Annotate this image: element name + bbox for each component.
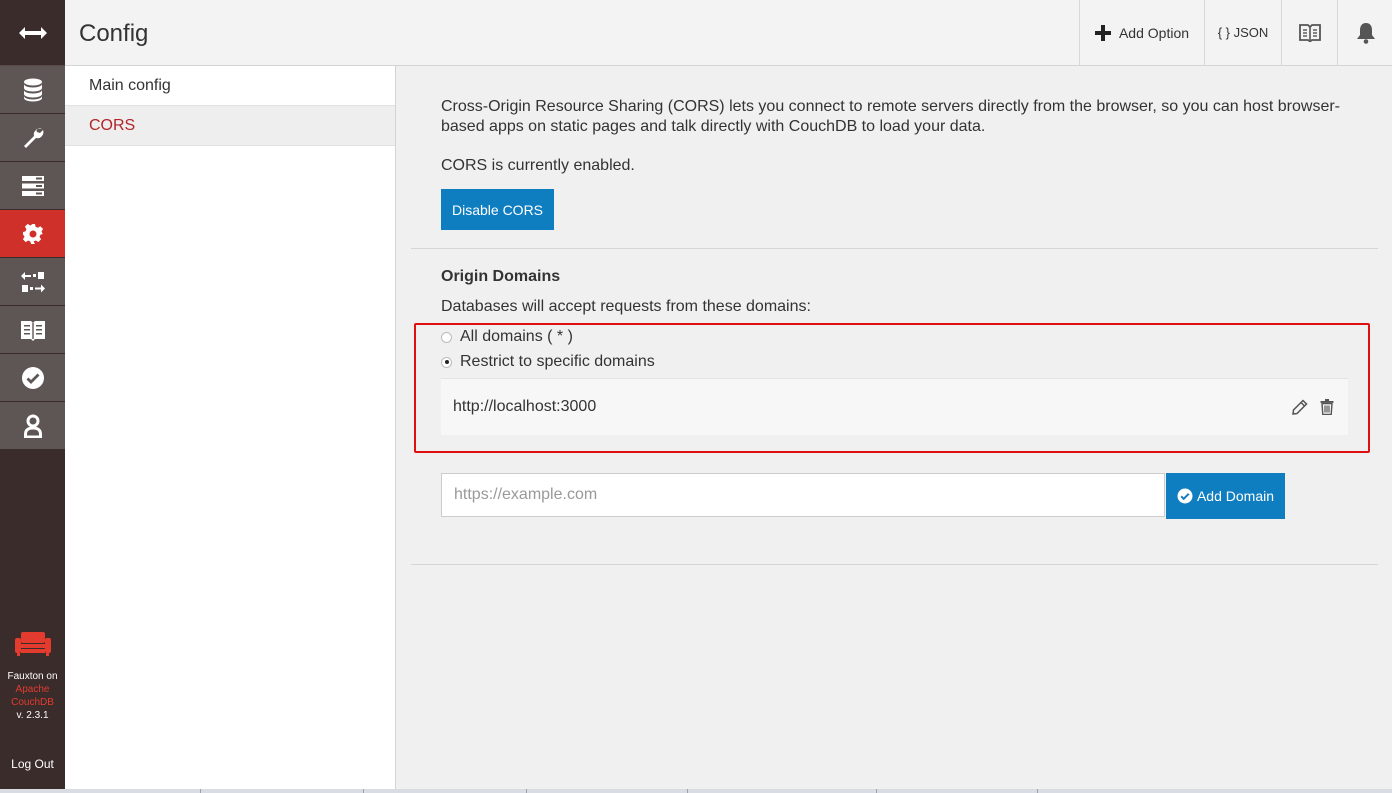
documentation-button[interactable]	[1281, 0, 1337, 65]
check-circle-icon	[21, 366, 44, 389]
nav-footer: Fauxton on Apache CouchDB v. 2.3.1	[0, 630, 65, 722]
bell-icon	[1356, 22, 1375, 44]
json-label: { } JSON	[1217, 25, 1269, 40]
taskbar	[0, 789, 1392, 793]
pencil-icon[interactable]	[1292, 399, 1308, 415]
radio-all-label: All domains ( * )	[460, 328, 573, 345]
sidebar-item-cors[interactable]: CORS	[65, 106, 395, 146]
check-circle-icon	[1177, 488, 1193, 504]
radio-restrict-domains[interactable]: Restrict to specific domains	[441, 353, 655, 371]
replication-icon	[20, 271, 45, 292]
add-domain-button[interactable]: Add Domain	[1166, 473, 1285, 519]
book-icon	[20, 320, 45, 341]
page-title: Config	[79, 20, 149, 47]
add-domain-label: Add Domain	[1196, 488, 1275, 504]
trash-icon[interactable]	[1320, 399, 1334, 415]
taskbar-segment	[363, 789, 526, 793]
taskbar-segment	[1037, 789, 1198, 793]
apache-link[interactable]: Apache	[0, 683, 65, 696]
radio-button-unchecked[interactable]	[441, 331, 452, 343]
json-button[interactable]: { } JSON	[1204, 0, 1281, 65]
header: Config Add Option { } JSON	[65, 0, 1392, 66]
footer-text-line1: Fauxton on	[7, 671, 58, 682]
wrench-icon	[23, 128, 43, 148]
nav-replication[interactable]	[0, 258, 65, 306]
taskbar-segment	[687, 789, 876, 793]
nav-user[interactable]	[0, 402, 65, 450]
left-nav: Fauxton on Apache CouchDB v. 2.3.1 Log O…	[0, 0, 65, 789]
sidebar-item-main-config[interactable]: Main config	[65, 66, 395, 106]
origin-domains-description: Databases will accept requests from thes…	[441, 298, 811, 315]
config-sidebar: Main config CORS	[65, 66, 396, 793]
book-icon	[1298, 23, 1321, 42]
divider	[411, 248, 1378, 249]
radio-restrict-label: Restrict to specific domains	[460, 353, 655, 370]
taskbar-segment	[526, 789, 687, 793]
app: Fauxton on Apache CouchDB v. 2.3.1 Log O…	[0, 0, 1392, 793]
server-icon	[21, 175, 44, 196]
radio-all-domains[interactable]: All domains ( * )	[441, 328, 573, 346]
taskbar-segment	[0, 789, 200, 793]
add-option-button[interactable]: Add Option	[1079, 0, 1204, 65]
domain-url: http://localhost:3000	[453, 398, 597, 415]
cors-panel: Cross-Origin Resource Sharing (CORS) let…	[396, 66, 1392, 793]
couch-logo-icon	[14, 632, 51, 656]
divider	[411, 564, 1378, 565]
taskbar-segment	[876, 789, 1037, 793]
domain-row: http://localhost:3000	[441, 378, 1348, 435]
couchdb-link[interactable]: CouchDB	[0, 696, 65, 709]
version-label: v. 2.3.1	[16, 710, 49, 721]
origin-domains-title: Origin Domains	[441, 268, 561, 285]
database-icon	[23, 78, 42, 101]
gear-icon	[22, 223, 43, 244]
nav-config[interactable]	[0, 210, 65, 258]
toggle-nav-button[interactable]	[0, 0, 65, 66]
nav-databases[interactable]	[0, 66, 65, 114]
radio-button-checked[interactable]	[441, 356, 452, 368]
domain-actions	[1292, 399, 1334, 415]
nav-verify[interactable]	[0, 354, 65, 402]
logout-link[interactable]: Log Out	[0, 757, 65, 771]
user-icon	[23, 414, 42, 438]
cors-status: CORS is currently enabled.	[441, 157, 635, 174]
nav-documentation[interactable]	[0, 306, 65, 354]
nav-active-tasks[interactable]	[0, 162, 65, 210]
nav-setup[interactable]	[0, 114, 65, 162]
add-option-label: Add Option	[1118, 24, 1190, 41]
taskbar-segment	[200, 789, 363, 793]
plus-icon	[1094, 24, 1111, 41]
disable-cors-button[interactable]: Disable CORS	[441, 189, 554, 230]
new-domain-input[interactable]	[441, 473, 1165, 517]
expand-arrows-icon	[18, 26, 47, 39]
notifications-button[interactable]	[1337, 0, 1392, 65]
cors-description: Cross-Origin Resource Sharing (CORS) let…	[441, 98, 1340, 135]
